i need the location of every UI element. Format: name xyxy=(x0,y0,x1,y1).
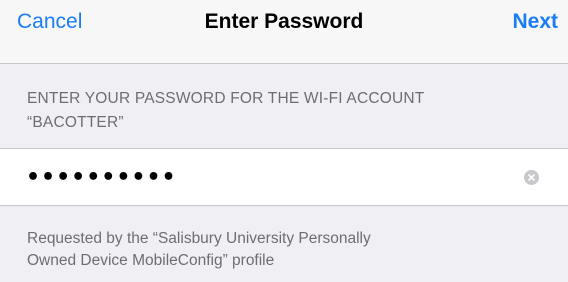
password-prompt-header: ENTER YOUR PASSWORD FOR THE WI-FI ACCOUN… xyxy=(27,87,547,135)
enter-password-screen: Cancel Enter Password Next ENTER YOUR PA… xyxy=(0,0,568,282)
password-input[interactable] xyxy=(26,159,506,195)
prompt-line-1: ENTER YOUR PASSWORD FOR THE WI-FI ACCOUN… xyxy=(27,90,425,107)
prompt-line-2: “BACOTTER” xyxy=(27,114,124,131)
password-field-row xyxy=(0,148,568,206)
profile-request-note: Requested by the “Salisbury University P… xyxy=(27,228,547,272)
next-button[interactable]: Next xyxy=(512,10,558,34)
footer-line-1: Requested by the “Salisbury University P… xyxy=(27,230,371,247)
navigation-bar: Cancel Enter Password Next xyxy=(0,0,568,64)
clear-x-circle-icon[interactable] xyxy=(524,170,539,185)
page-title: Enter Password xyxy=(204,10,364,33)
footer-line-2: Owned Device MobileConfig” profile xyxy=(27,252,275,269)
